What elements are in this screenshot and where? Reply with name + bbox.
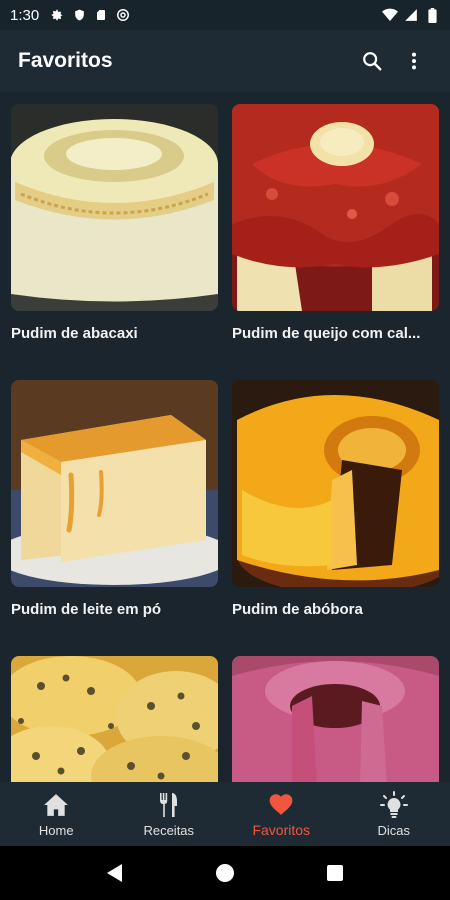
sd-card-icon: [93, 7, 109, 23]
nav-item-receitas[interactable]: Receitas: [113, 782, 226, 846]
shield-icon: [71, 7, 87, 23]
recipe-card[interactable]: [11, 656, 218, 782]
recipe-title: Pudim de abacaxi: [11, 325, 138, 342]
system-navigation-bar: [0, 846, 450, 900]
cutlery-icon: [155, 791, 183, 819]
nav-item-favoritos[interactable]: Favoritos: [225, 782, 338, 846]
nav-label: Home: [38, 822, 74, 838]
search-icon: [363, 52, 382, 71]
status-time: 1:30: [10, 6, 40, 24]
recipe-image: [11, 656, 218, 782]
status-system-icons: [382, 7, 440, 23]
app-bar: Favoritos: [0, 30, 450, 92]
home-icon: [42, 791, 70, 819]
search-button[interactable]: [354, 43, 390, 79]
system-home-button[interactable]: [205, 853, 245, 893]
nav-label: Favoritos: [252, 822, 311, 838]
recipe-image: [11, 380, 218, 587]
recipe-card[interactable]: Pudim de queijo com cal...: [232, 104, 439, 380]
system-back-button[interactable]: [95, 853, 135, 893]
recipe-title: Pudim de leite em pó: [11, 601, 162, 618]
more-vert-icon: [411, 52, 417, 70]
recipe-image: [11, 104, 218, 311]
recipe-image: [232, 380, 439, 587]
more-options-button[interactable]: [396, 43, 432, 79]
recipe-title: Pudim de abóbora: [232, 601, 363, 618]
favorites-list[interactable]: Pudim de abacaxi Pudim de queijo com cal…: [0, 92, 450, 782]
recipe-title: Pudim de queijo com cal...: [232, 325, 421, 342]
home-circle-icon: [216, 864, 234, 882]
back-icon: [107, 864, 122, 882]
recipe-image: [232, 104, 439, 311]
lightbulb-icon: [379, 790, 408, 819]
nav-item-dicas[interactable]: Dicas: [338, 782, 450, 846]
nav-label: Receitas: [143, 822, 195, 838]
wifi-icon: [382, 7, 398, 23]
recipe-image: [232, 656, 439, 782]
battery-icon: [424, 7, 440, 23]
bottom-navigation: Home Receitas Favoritos Dicas: [0, 782, 450, 846]
heart-icon: [267, 790, 295, 818]
status-notification-icons: [49, 7, 131, 23]
at-sign-icon: [115, 7, 131, 23]
recipe-card[interactable]: [232, 656, 439, 782]
page-title: Favoritos: [18, 49, 113, 72]
recents-icon: [327, 865, 343, 881]
recipe-card[interactable]: Pudim de abacaxi: [11, 104, 218, 380]
nav-label: Dicas: [377, 822, 410, 838]
recipe-card[interactable]: Pudim de abóbora: [232, 380, 439, 656]
nav-item-home[interactable]: Home: [0, 782, 113, 846]
status-bar: 1:30: [0, 0, 450, 30]
gear-icon: [49, 7, 65, 23]
signal-icon: [403, 7, 419, 23]
recipe-card[interactable]: Pudim de leite em pó: [11, 380, 218, 656]
system-recents-button[interactable]: [315, 853, 355, 893]
